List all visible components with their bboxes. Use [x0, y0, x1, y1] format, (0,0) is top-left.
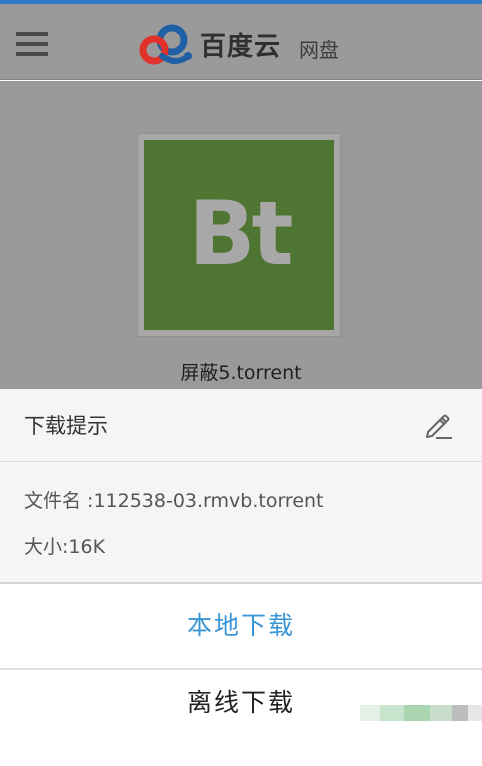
divider [0, 461, 482, 462]
baidu-cloud-logo-icon [139, 24, 192, 65]
brand-name: 百度云 [200, 32, 282, 62]
hamburger-menu-icon[interactable] [16, 32, 48, 58]
file-display-name: 屏蔽5.torrent [180, 362, 302, 384]
file-preview-area: Bt 屏蔽5.torrent [0, 81, 482, 389]
file-size-info: 大小:16K [24, 536, 106, 558]
thumbnail-frame: Bt [137, 133, 341, 337]
menu-bar [16, 52, 48, 56]
pencil-edit-icon[interactable] [422, 409, 454, 441]
dialog-title: 下载提示 [24, 414, 108, 438]
brand-subtitle: 网盘 [299, 38, 339, 62]
bt-torrent-icon: Bt [144, 140, 334, 330]
menu-bar [16, 42, 48, 46]
pixelated-watermark [360, 705, 482, 721]
thumbnail-label: Bt [188, 182, 293, 285]
file-name-info: 文件名 :112538-03.rmvb.torrent [24, 490, 324, 512]
local-download-button[interactable]: 本地下载 [0, 584, 482, 668]
menu-bar [16, 32, 48, 36]
app-header: 百度云 网盘 [0, 4, 482, 80]
